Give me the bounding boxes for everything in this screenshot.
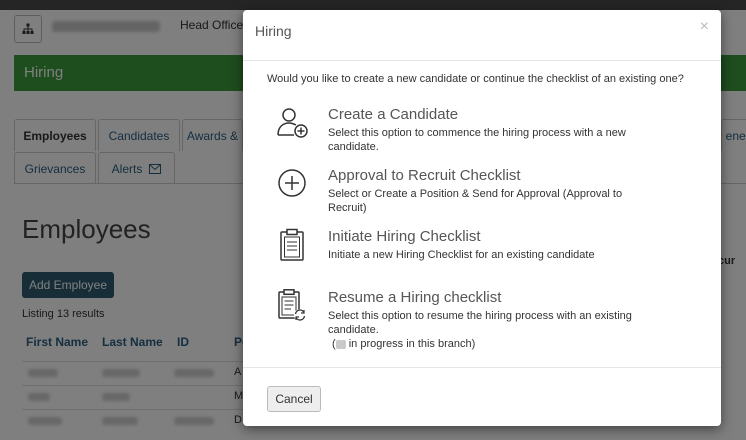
option-approval-to-recruit[interactable]: Approval to Recruit Checklist Select or … [267, 167, 707, 214]
option-title: Create a Candidate [328, 106, 459, 123]
plus-circle-icon [278, 169, 306, 197]
option-description: Initiate a new Hiring Checklist for an e… [328, 249, 595, 261]
option-description-text: Select this option to resume the hiring … [328, 310, 632, 336]
modal-title: Hiring [255, 23, 292, 39]
hiring-modal: Hiring × Would you like to create a new … [243, 10, 721, 426]
cancel-button[interactable]: Cancel [267, 386, 321, 412]
option-progress-open: ( [332, 338, 336, 350]
option-title: Approval to Recruit Checklist [328, 167, 521, 184]
person-add-icon [277, 108, 308, 138]
option-resume-hiring-checklist[interactable]: Resume a Hiring checklist Select this op… [267, 289, 707, 355]
option-title: Initiate Hiring Checklist [328, 228, 481, 245]
modal-footer: Cancel [243, 367, 721, 426]
modal-question: Would you like to create a new candidate… [267, 73, 684, 85]
close-icon[interactable]: × [700, 18, 709, 36]
option-description: Select this option to resume the hiring … [328, 309, 658, 351]
option-title: Resume a Hiring checklist [328, 289, 502, 306]
modal-header: Hiring × [243, 10, 721, 61]
option-progress-text: in progress in this branch) [345, 338, 476, 350]
option-initiate-hiring-checklist[interactable]: Initiate Hiring Checklist Initiate a new… [267, 228, 707, 266]
option-description: Select or Create a Position & Send for A… [328, 188, 623, 214]
clipboard-refresh-icon [278, 289, 306, 321]
redacted-count [335, 339, 346, 349]
option-description: Select this option to commence the hirin… [328, 127, 626, 153]
clipboard-icon [280, 228, 304, 261]
option-create-candidate[interactable]: Create a Candidate Select this option to… [267, 106, 707, 153]
